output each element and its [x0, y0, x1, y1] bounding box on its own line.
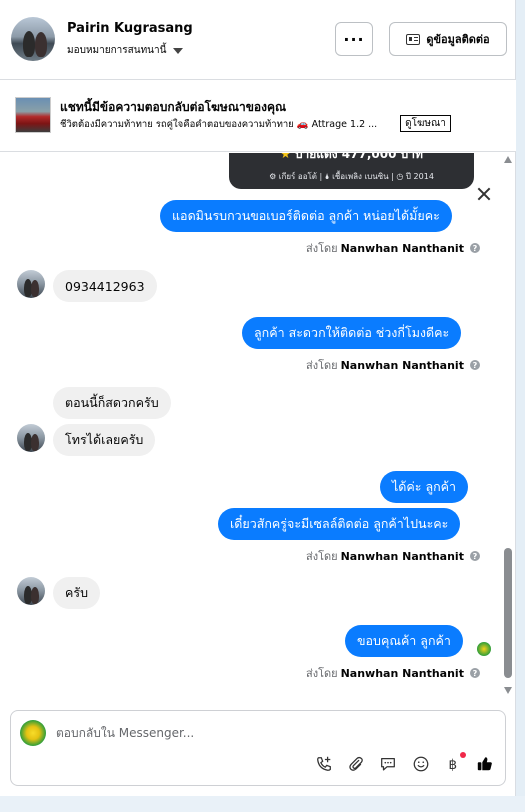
seen-indicator-avatar: [477, 642, 491, 656]
help-icon[interactable]: ?: [469, 551, 480, 561]
car-ad-card[interactable]: ★ ป้ายแดง 477,000 บาท ⚙ เกียร์ ออโต้ | 🌢 …: [229, 153, 474, 189]
sent-by-label: ส่งโดย Nanwhan Nanthanit?: [306, 664, 480, 682]
car-specs: ⚙ เกียร์ ออโต้ | 🌢 เชื้อเพลิง เบนซิน | ◷…: [269, 172, 434, 181]
more-options-button[interactable]: ···: [335, 22, 373, 56]
message-bubble-incoming[interactable]: โทรได้เลยครับ: [53, 424, 156, 456]
help-icon[interactable]: ?: [469, 668, 480, 678]
message-composer: ฿: [10, 710, 506, 786]
contact-avatar-small: [17, 577, 45, 605]
sent-by-label: ส่งโดย Nanwhan Nanthanit?: [306, 239, 480, 257]
message-bubble-outgoing[interactable]: ลูกค้า สะดวกให้ติดต่อ ช่วงกี่โมงดีคะ: [242, 317, 462, 349]
car-price: ★ ป้ายแดง 477,000 บาท: [229, 153, 474, 164]
scroll-down-arrow-icon[interactable]: [504, 687, 512, 694]
star-icon: ★: [280, 153, 291, 161]
view-contact-info-button[interactable]: ดูข้อมูลติดต่อ: [389, 22, 507, 56]
message-bubble-incoming[interactable]: 0934412963: [53, 270, 157, 302]
view-contact-info-label: ดูข้อมูลติดต่อ: [426, 33, 490, 46]
help-icon[interactable]: ?: [469, 243, 480, 253]
ad-banner-description: ชีวิตต้องมีความท้าทาย รถคู่ใจคือคำตอบของ…: [60, 119, 378, 130]
sent-by-label: ส่งโดย Nanwhan Nanthanit?: [306, 356, 480, 374]
contact-avatar[interactable]: [11, 17, 55, 61]
emoji-icon[interactable]: [411, 754, 431, 774]
attach-icon[interactable]: [346, 754, 366, 774]
message-list: ★ ป้ายแดง 477,000 บาท ⚙ เกียร์ ออโต้ | 🌢 …: [0, 153, 500, 701]
message-bubble-incoming[interactable]: ตอนนี้ก็สดวกครับ: [53, 387, 171, 419]
message-bubble-outgoing[interactable]: เดี๋ยวสักครู่จะมีเซลล์ติดต่อ ลูกค้าไปนะค…: [218, 508, 461, 540]
contact-avatar-small: [17, 270, 45, 298]
notification-dot: [460, 752, 466, 758]
call-add-icon[interactable]: [314, 754, 334, 774]
scroll-up-arrow-icon[interactable]: [504, 156, 512, 163]
page-avatar: [20, 720, 46, 746]
help-icon[interactable]: ?: [469, 360, 480, 370]
message-bubble-incoming[interactable]: ครับ: [53, 577, 101, 609]
message-bubble-outgoing[interactable]: ขอบคุณค้า ลูกค้า: [345, 625, 463, 657]
ad-banner-title: แชทนี้มีข้อความตอบกลับต่อโฆษณาของคุณ: [60, 100, 287, 114]
assign-label: มอบหมายการสนทนานี้: [67, 45, 167, 56]
more-icon: ···: [343, 29, 365, 49]
svg-text:฿: ฿: [449, 757, 458, 773]
assign-conversation-dropdown[interactable]: มอบหมายการสนทนานี้: [67, 43, 184, 58]
window-bottom-edge: [0, 796, 525, 812]
message-bubble-outgoing[interactable]: ได้ค่ะ ลูกค้า: [380, 471, 469, 503]
view-ad-link[interactable]: ดูโฆษณา: [400, 115, 451, 132]
sent-by-label: ส่งโดย Nanwhan Nanthanit?: [306, 547, 480, 565]
reply-input[interactable]: [56, 721, 486, 745]
id-card-icon: [406, 33, 421, 45]
contact-name[interactable]: Pairin Kugrasang: [67, 21, 193, 36]
contact-avatar-small: [17, 424, 45, 452]
conversation-header: Pairin Kugrasang มอบหมายการสนทนานี้ ··· …: [0, 0, 516, 80]
like-icon[interactable]: [475, 754, 495, 774]
messenger-panel: Pairin Kugrasang มอบหมายการสนทนานี้ ··· …: [0, 0, 516, 796]
ad-thumbnail: [15, 97, 51, 133]
chat-scrollbar[interactable]: [502, 153, 514, 701]
saved-reply-icon[interactable]: [378, 754, 398, 774]
scrollbar-thumb[interactable]: [504, 548, 512, 678]
caret-down-icon: [173, 47, 184, 54]
message-bubble-outgoing[interactable]: แอดมินรบกวนขอเบอร์ติดต่อ ลูกค้า หน่อยได้…: [160, 200, 452, 232]
